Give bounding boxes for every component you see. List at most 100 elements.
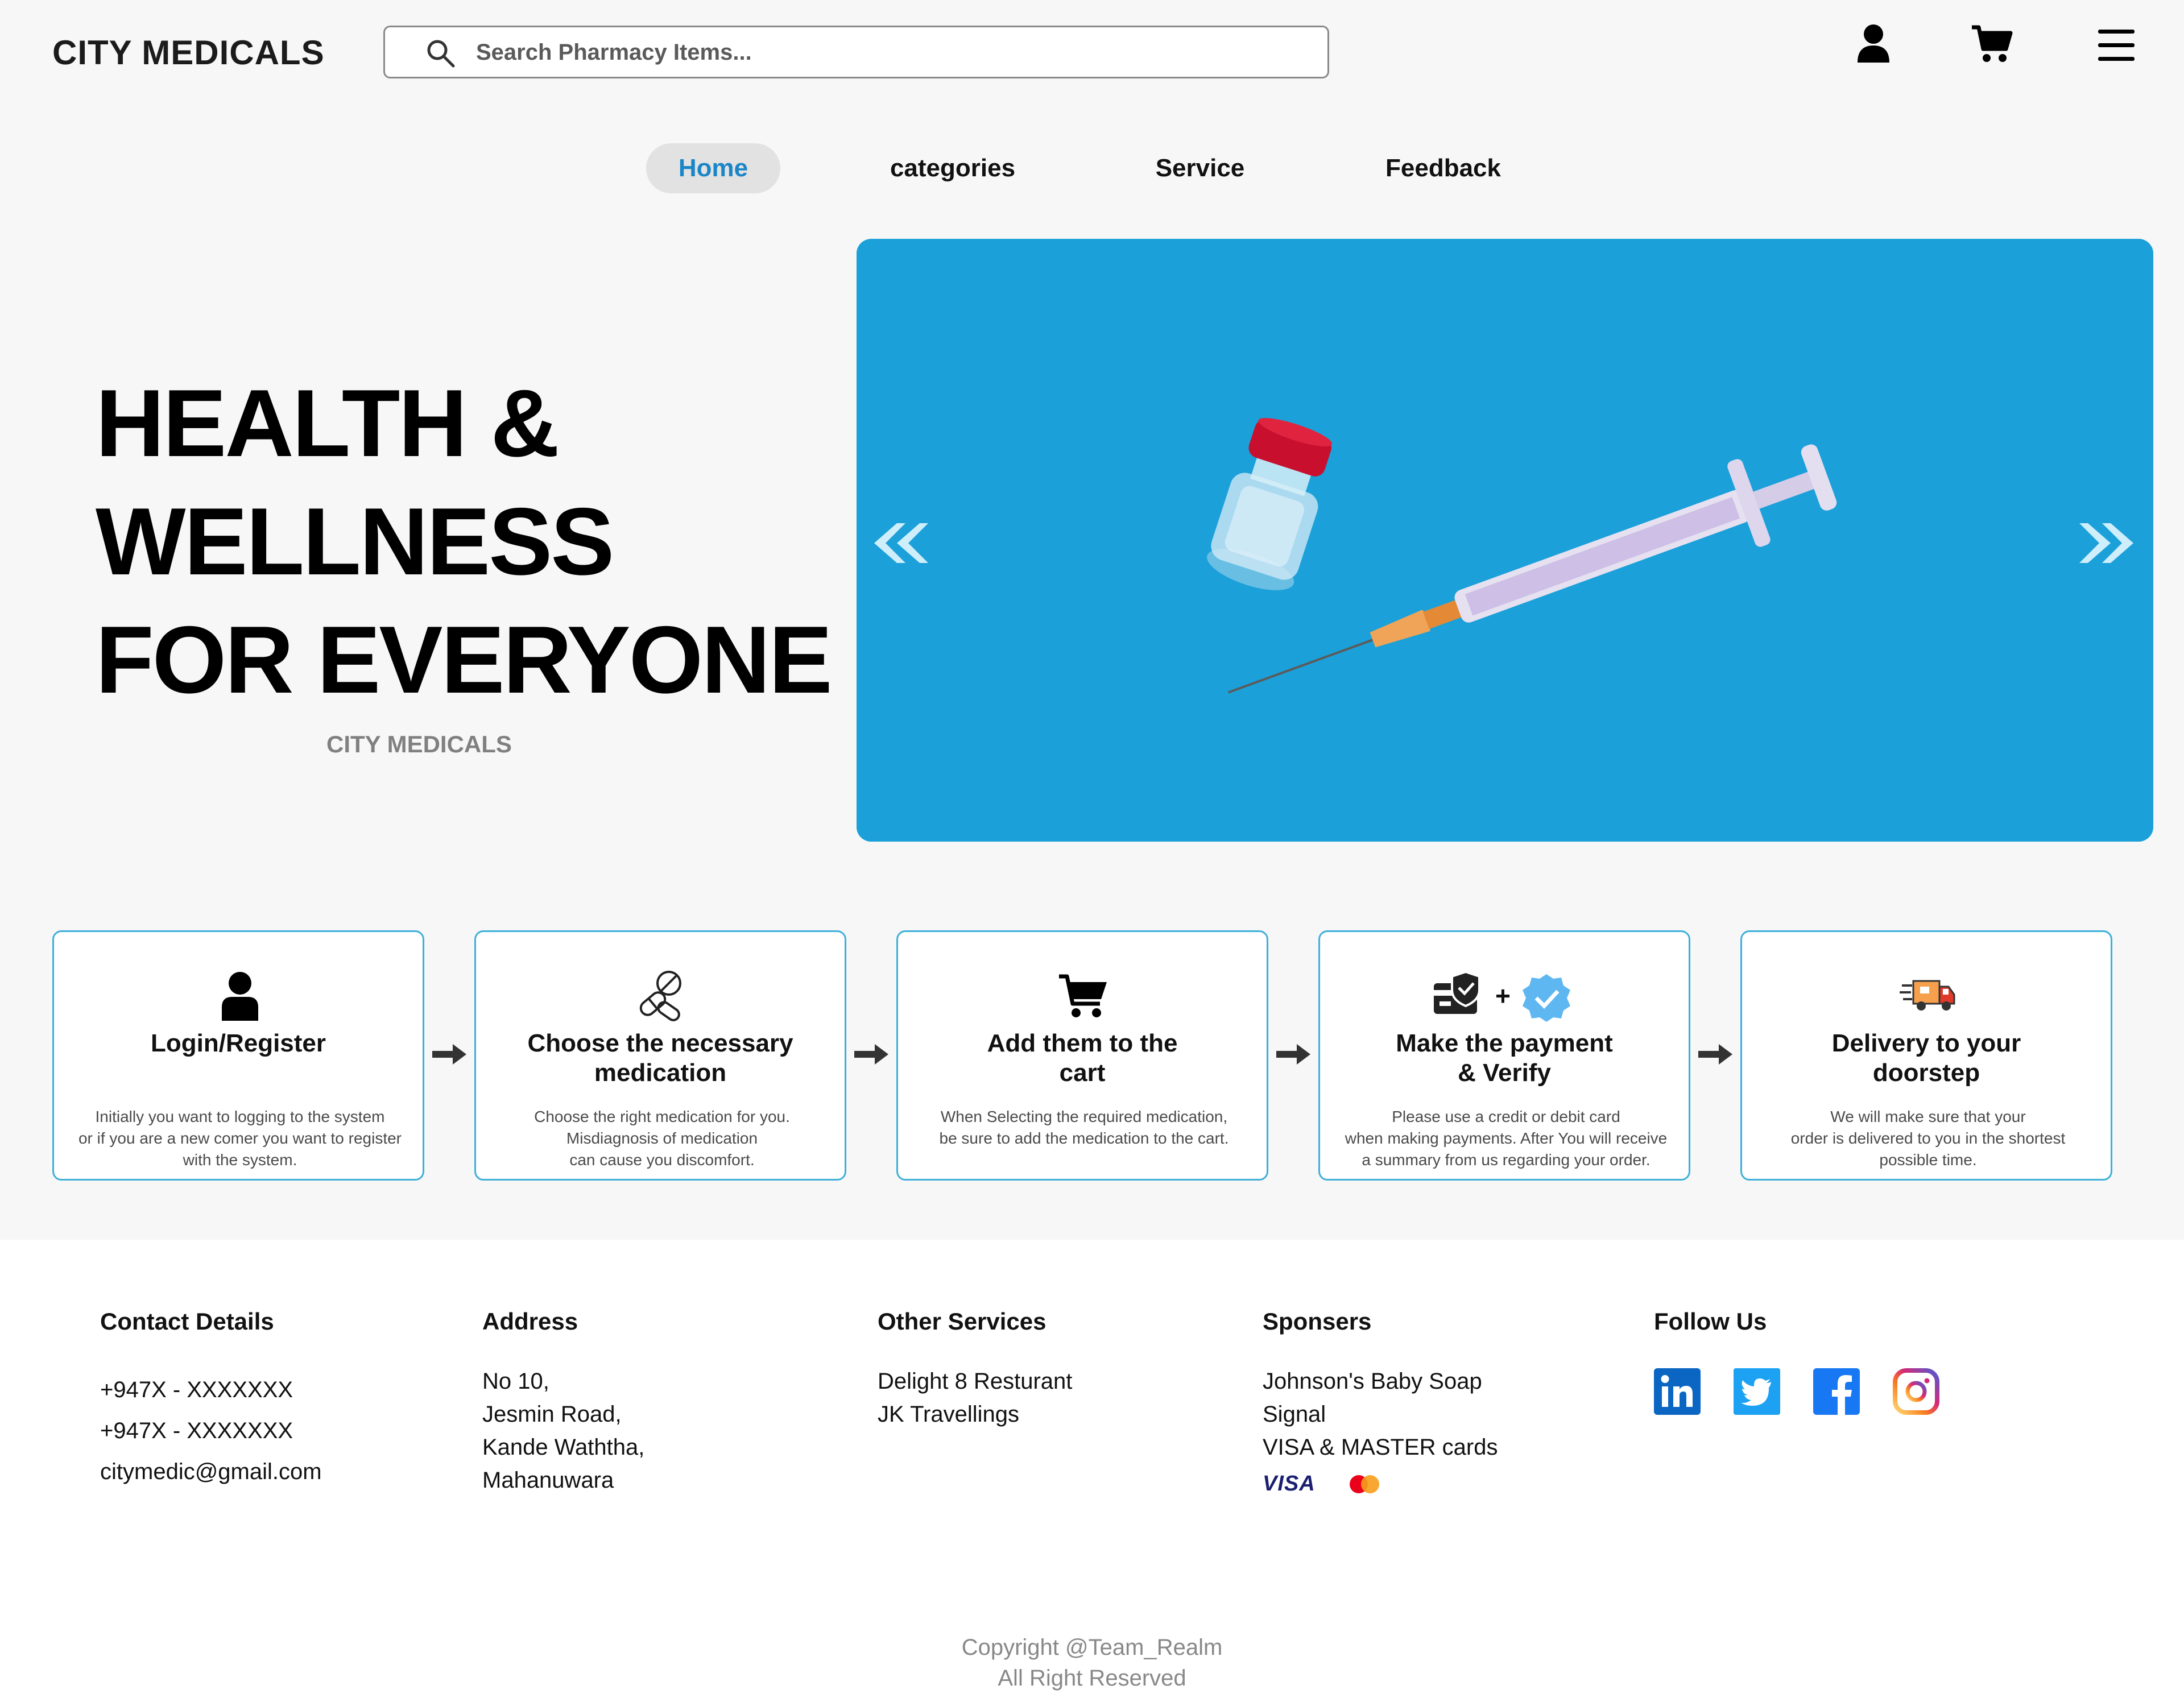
hamburger-menu-icon[interactable] (2095, 25, 2138, 68)
vaccine-syringe-image (857, 239, 2153, 842)
step-desc-line: Misdiagnosis of medication (566, 1129, 758, 1147)
pills-icon (639, 971, 681, 1021)
copyright-line: Copyright @Team_Realm (961, 1635, 1223, 1660)
search-bar[interactable] (383, 26, 1329, 78)
step-desc-line: Please use a credit or debit card (1392, 1108, 1620, 1125)
footer-address: Address No 10, Jesmin Road, Kande Wathth… (482, 1308, 644, 1497)
hero-title: HEALTH & WELLNESS FOR EVERYONE (96, 364, 835, 719)
step-title-line: & Verify (1458, 1059, 1551, 1087)
footer-heading: Other Services (878, 1308, 1046, 1335)
shopping-cart-icon (1059, 974, 1107, 1017)
user-icon (222, 972, 258, 1021)
step-arrow-icon (432, 1044, 466, 1065)
footer-heading: Sponsers (1263, 1308, 1372, 1335)
step-title-line: medication (594, 1059, 727, 1087)
step-desc-line: be sure to add the medication to the car… (939, 1129, 1229, 1147)
step-title: Add them to the cart (898, 1029, 1267, 1088)
step-title-line: Make the payment (1396, 1029, 1613, 1057)
address-line: Mahanuwara (482, 1468, 614, 1493)
nav-feedback[interactable]: Feedback (1365, 143, 1521, 193)
step-desc-line: Initially you want to logging to the sys… (95, 1108, 385, 1125)
step-title: Delivery to your doorstep (1742, 1029, 2111, 1088)
footer-follow: Follow Us (1654, 1308, 1939, 1415)
step-arrow-icon (1276, 1044, 1310, 1065)
carousel-prev-icon[interactable] (866, 517, 928, 569)
hero-title-line-2: WELLNESS (96, 488, 614, 595)
step-title-line: Delivery to your (1831, 1029, 2021, 1057)
linkedin-icon[interactable] (1654, 1368, 1701, 1415)
site-logo[interactable]: CITY MEDICALS (52, 33, 325, 72)
hero-carousel[interactable] (857, 239, 2153, 842)
step-desc-line: a summary from us regarding your order. (1362, 1151, 1651, 1169)
step-card-login: Login/Register Initially you want to log… (52, 930, 424, 1181)
hero-title-line-3: FOR EVERYONE (96, 606, 833, 713)
step-card-medication: Choose the necessary medication Choose t… (474, 930, 846, 1181)
nav-service[interactable]: Service (1132, 143, 1268, 193)
facebook-icon[interactable] (1813, 1368, 1860, 1415)
cart-icon[interactable] (1970, 22, 2013, 65)
step-title: Make the payment & Verify (1320, 1029, 1689, 1088)
step-title-line: Choose the necessary (527, 1029, 793, 1057)
card-logos: VISA (1263, 1472, 1498, 1496)
mastercard-logo-icon (1349, 1475, 1379, 1493)
search-icon[interactable] (425, 38, 457, 69)
address-line: Jesmin Road, (482, 1402, 622, 1427)
payment-verify-icon: + (1434, 970, 1570, 1022)
phone-number[interactable]: +947X - XXXXXXX (100, 1369, 322, 1410)
search-input[interactable] (476, 32, 1301, 73)
phone-number[interactable]: +947X - XXXXXXX (100, 1410, 322, 1451)
twitter-icon[interactable] (1734, 1368, 1780, 1415)
footer-contact: Contact Details +947X - XXXXXXX +947X - … (100, 1308, 322, 1492)
step-desc-line: with the system. (183, 1151, 297, 1169)
footer-heading: Follow Us (1654, 1308, 1767, 1335)
visa-logo-icon: VISA (1263, 1472, 1316, 1496)
step-desc-line: can cause you discomfort. (569, 1151, 755, 1169)
hero-subtitle: CITY MEDICALS (326, 731, 512, 757)
step-desc-line: Choose the right medication for you. (534, 1108, 790, 1125)
step-desc-line: or if you are a new comer you want to re… (78, 1129, 402, 1147)
sponsor-name: Johnson's Baby Soap (1263, 1369, 1482, 1394)
step-desc-line: order is delivered to you in the shortes… (1790, 1129, 2066, 1147)
footer-other-services: Other Services Delight 8 Resturant JK Tr… (878, 1308, 1072, 1431)
step-title: Login/Register (54, 1029, 423, 1058)
plus-sign: + (1495, 981, 1511, 1011)
footer-heading: Address (482, 1308, 578, 1335)
footer-heading: Contact Details (100, 1308, 274, 1335)
step-title-line: doorstep (1872, 1059, 1980, 1087)
delivery-truck-icon (1900, 980, 1955, 1011)
step-title-line: cart (1059, 1059, 1106, 1087)
step-card-delivery: Delivery to your doorstep We will make s… (1740, 930, 2112, 1181)
nav-home[interactable]: Home (646, 143, 780, 193)
step-description: When Selecting the required medication, … (906, 1106, 1262, 1149)
instagram-icon[interactable] (1893, 1368, 1939, 1415)
step-desc-line: We will make sure that your (1830, 1108, 2026, 1125)
step-card-cart: Add them to the cart When Selecting the … (896, 930, 1268, 1181)
sponsor-name: VISA & MASTER cards (1263, 1435, 1498, 1460)
copyright-line: All Right Reserved (998, 1666, 1186, 1691)
header: CITY MEDICALS (0, 0, 2184, 108)
verified-badge-icon (1523, 974, 1570, 1022)
footer-sponsors: Sponsers Johnson's Baby Soap Signal VISA… (1263, 1308, 1498, 1496)
step-description: We will make sure that your order is del… (1750, 1106, 2106, 1171)
step-description: Initially you want to logging to the sys… (62, 1106, 418, 1171)
step-description: Choose the right medication for you. Mis… (484, 1106, 840, 1171)
address-line: Kande Waththa, (482, 1435, 645, 1460)
step-arrow-icon (854, 1044, 888, 1065)
step-desc-line: when making payments. After You will rec… (1345, 1129, 1668, 1147)
nav-categories[interactable]: categories (870, 143, 1035, 193)
step-description: Please use a credit or debit card when m… (1328, 1106, 1684, 1171)
user-account-icon[interactable] (1852, 22, 1895, 65)
copyright: Copyright @Team_Realm All Right Reserved (0, 1632, 2184, 1693)
service-link[interactable]: Delight 8 Resturant (878, 1365, 1072, 1398)
sponsor-name: Signal (1263, 1402, 1326, 1427)
step-card-payment: + Make the payment & Verify Please use a… (1318, 930, 1690, 1181)
hero-title-line-1: HEALTH & (96, 370, 560, 477)
service-link[interactable]: JK Travellings (878, 1398, 1072, 1431)
step-title: Choose the necessary medication (476, 1029, 845, 1088)
email-link[interactable]: citymedic@gmail.com (100, 1451, 322, 1492)
step-title-line: Add them to the (987, 1029, 1178, 1057)
step-arrow-icon (1698, 1044, 1732, 1065)
step-title-line: Login/Register (150, 1029, 326, 1057)
carousel-next-icon[interactable] (2079, 517, 2142, 569)
step-desc-line: When Selecting the required medication, (940, 1108, 1228, 1125)
